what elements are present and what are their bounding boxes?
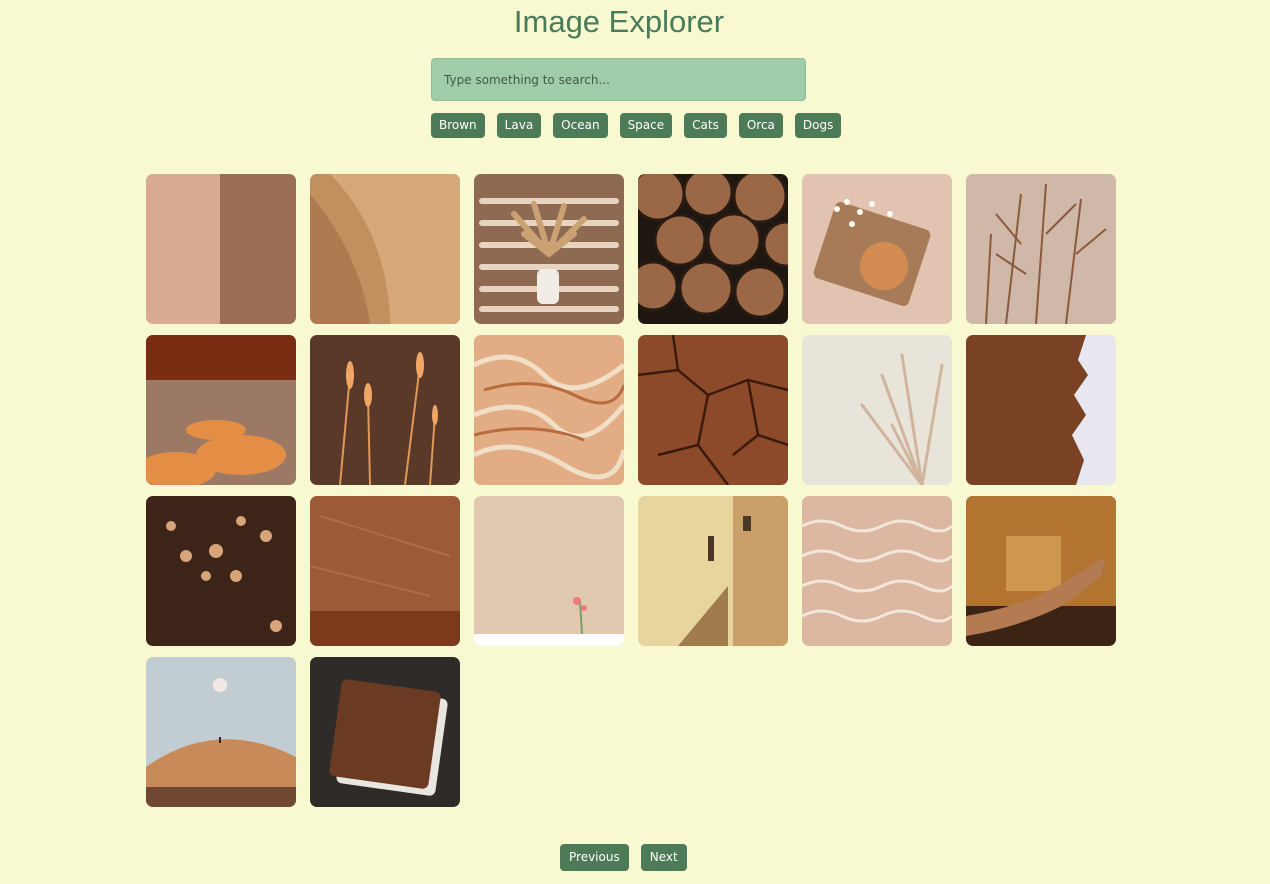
image-pampas-vase: [474, 174, 624, 324]
image-tile-torn-paper[interactable]: [966, 335, 1116, 485]
chip-ocean[interactable]: Ocean: [553, 113, 608, 138]
image-marble-swirl: [474, 335, 624, 485]
image-flower-wall: [474, 496, 624, 646]
previous-button[interactable]: Previous: [560, 844, 629, 871]
image-explorer-page: Image Explorer Brown Lava Ocean Space Ca…: [0, 0, 1270, 884]
image-tile-beige-building[interactable]: [638, 496, 788, 646]
image-tile-wheat-grass[interactable]: [310, 335, 460, 485]
image-tile-marble-swirl[interactable]: [474, 335, 624, 485]
image-wall-split: [146, 174, 296, 324]
image-sunset-clouds: [146, 335, 296, 485]
chip-lava[interactable]: Lava: [496, 113, 542, 138]
image-tile-pampas-light[interactable]: [802, 335, 952, 485]
image-tile-stacked-logs[interactable]: [638, 174, 788, 324]
image-old-book: [310, 657, 460, 807]
image-tile-rust-texture[interactable]: [310, 496, 460, 646]
pagination: Previous Next: [560, 844, 687, 871]
image-stacked-logs: [638, 174, 788, 324]
chip-orca[interactable]: Orca: [738, 113, 783, 138]
chip-space[interactable]: Space: [619, 113, 673, 138]
image-tile-desert-moon[interactable]: [146, 657, 296, 807]
image-tile-hand-shadow[interactable]: [966, 496, 1116, 646]
image-tile-sunset-clouds[interactable]: [146, 335, 296, 485]
image-wheat-grass: [310, 335, 460, 485]
image-beige-building: [638, 496, 788, 646]
chip-cats[interactable]: Cats: [684, 113, 727, 138]
image-tile-dark-flowers[interactable]: [146, 496, 296, 646]
image-tile-wall-split[interactable]: [146, 174, 296, 324]
image-tile-compact-flowers[interactable]: [802, 174, 952, 324]
image-tile-cracked-earth[interactable]: [638, 335, 788, 485]
image-tile-old-book[interactable]: [310, 657, 460, 807]
page-title: Image Explorer: [513, 4, 725, 39]
image-tile-flower-wall[interactable]: [474, 496, 624, 646]
image-desert-moon: [146, 657, 296, 807]
image-dried-branches: [966, 174, 1116, 324]
image-tile-wavy-sand[interactable]: [802, 496, 952, 646]
next-button[interactable]: Next: [640, 844, 687, 871]
search-input[interactable]: [431, 58, 806, 101]
image-rust-texture: [310, 496, 460, 646]
image-pampas-light: [802, 335, 952, 485]
image-hand-shadow: [966, 496, 1116, 646]
category-chips: Brown Lava Ocean Space Cats Orca Dogs: [431, 113, 842, 139]
image-tile-pampas-vase[interactable]: [474, 174, 624, 324]
image-compact-flowers: [802, 174, 952, 324]
image-tile-dried-branches[interactable]: [966, 174, 1116, 324]
chip-brown[interactable]: Brown: [431, 113, 485, 138]
chip-dogs[interactable]: Dogs: [794, 113, 842, 138]
image-dark-flowers: [146, 496, 296, 646]
image-wavy-sand: [802, 496, 952, 646]
image-tile-curved-wall[interactable]: [310, 174, 460, 324]
image-torn-paper: [966, 335, 1116, 485]
image-curved-wall: [310, 174, 460, 324]
image-cracked-earth: [638, 335, 788, 485]
image-grid: [146, 174, 1116, 807]
